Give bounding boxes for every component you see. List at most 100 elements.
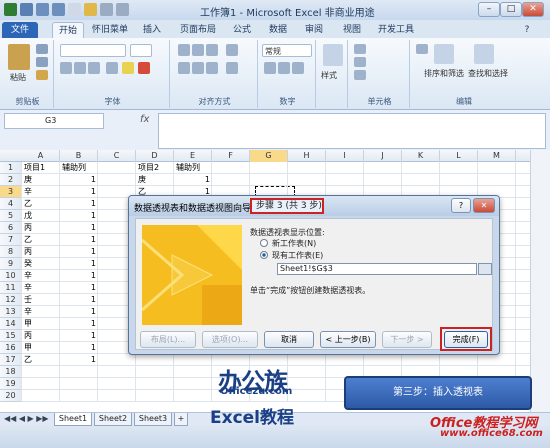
- options-button[interactable]: 选项(O)...: [202, 331, 258, 348]
- sheet-tab-sheet2[interactable]: Sheet2: [94, 413, 132, 426]
- row-header[interactable]: 14: [0, 318, 22, 330]
- column-header[interactable]: M: [478, 150, 516, 162]
- radio-new-worksheet[interactable]: [260, 239, 268, 247]
- insert-function-icon[interactable]: fx: [140, 114, 149, 125]
- underline-icon[interactable]: [88, 62, 100, 74]
- cell[interactable]: 辛: [24, 282, 58, 294]
- fill-color-icon[interactable]: [122, 62, 134, 74]
- dialog-close-button[interactable]: ✕: [473, 198, 495, 213]
- row-header[interactable]: 1: [0, 162, 22, 174]
- column-header[interactable]: G: [250, 150, 288, 162]
- column-header[interactable]: J: [364, 150, 402, 162]
- cell[interactable]: 1: [62, 174, 96, 186]
- tab-review[interactable]: 审阅: [300, 22, 328, 38]
- percent-icon[interactable]: [278, 62, 290, 74]
- cell[interactable]: 庚: [138, 174, 172, 186]
- row-header[interactable]: 18: [0, 366, 22, 378]
- ribbon-help-icon[interactable]: ?: [520, 22, 534, 38]
- align-top-icon[interactable]: [178, 44, 190, 56]
- row-header[interactable]: 5: [0, 210, 22, 222]
- align-middle-icon[interactable]: [192, 44, 204, 56]
- row-header[interactable]: 17: [0, 354, 22, 366]
- column-header[interactable]: L: [440, 150, 478, 162]
- paste-label[interactable]: 粘贴: [10, 72, 26, 83]
- row-header[interactable]: 8: [0, 246, 22, 258]
- row-header[interactable]: 12: [0, 294, 22, 306]
- column-header[interactable]: A: [22, 150, 60, 162]
- column-header[interactable]: F: [212, 150, 250, 162]
- row-header[interactable]: 6: [0, 222, 22, 234]
- cancel-button[interactable]: 取消: [264, 331, 314, 348]
- align-center-icon[interactable]: [192, 62, 204, 74]
- comma-icon[interactable]: [292, 62, 304, 74]
- cell[interactable]: 1: [62, 186, 96, 198]
- cell[interactable]: 1: [62, 294, 96, 306]
- tab-insert[interactable]: 插入: [138, 22, 166, 38]
- merge-cells-icon[interactable]: [226, 62, 238, 74]
- cell[interactable]: 辛: [24, 186, 58, 198]
- borders-icon[interactable]: [106, 62, 118, 74]
- column-header[interactable]: C: [98, 150, 136, 162]
- name-box[interactable]: G3: [4, 113, 104, 129]
- insert-cells-icon[interactable]: [354, 44, 366, 54]
- cell[interactable]: 乙: [24, 354, 58, 366]
- cell[interactable]: 1: [62, 234, 96, 246]
- cell[interactable]: 辅助列: [62, 162, 96, 174]
- cell[interactable]: 丙: [24, 330, 58, 342]
- tab-page-layout[interactable]: 页面布局: [176, 22, 220, 38]
- column-header[interactable]: E: [174, 150, 212, 162]
- cell[interactable]: 庚: [24, 174, 58, 186]
- dialog-help-button[interactable]: ?: [451, 198, 471, 213]
- currency-icon[interactable]: [264, 62, 276, 74]
- row-header[interactable]: 11: [0, 282, 22, 294]
- destination-input[interactable]: Sheet1!$G$3: [277, 263, 477, 275]
- tab-developer[interactable]: 开发工具: [374, 22, 418, 38]
- cell[interactable]: 丙: [24, 246, 58, 258]
- new-file-icon[interactable]: [68, 3, 81, 16]
- cell[interactable]: 癸: [24, 258, 58, 270]
- cell[interactable]: 1: [62, 246, 96, 258]
- row-header[interactable]: 13: [0, 306, 22, 318]
- formula-input[interactable]: [158, 113, 546, 149]
- align-left-icon[interactable]: [178, 62, 190, 74]
- wrap-text-icon[interactable]: [226, 44, 238, 56]
- cell[interactable]: 1: [176, 174, 210, 186]
- cell[interactable]: 1: [62, 198, 96, 210]
- cut-icon[interactable]: [36, 44, 48, 54]
- cell[interactable]: 丙: [24, 222, 58, 234]
- cell[interactable]: 甲: [24, 342, 58, 354]
- insert-sheet-icon[interactable]: +: [174, 413, 188, 426]
- cell[interactable]: 项目2: [138, 162, 172, 174]
- cell[interactable]: 壬: [24, 294, 58, 306]
- cell[interactable]: 甲: [24, 318, 58, 330]
- cell[interactable]: 乙: [24, 198, 58, 210]
- row-header[interactable]: 3: [0, 186, 22, 198]
- collapse-dialog-icon[interactable]: [478, 263, 492, 275]
- cell[interactable]: 1: [62, 330, 96, 342]
- cell[interactable]: 1: [62, 270, 96, 282]
- delete-cells-icon[interactable]: [354, 57, 366, 67]
- row-header[interactable]: 9: [0, 258, 22, 270]
- sheet-tab-sheet3[interactable]: Sheet3: [134, 413, 172, 426]
- redo-icon[interactable]: [52, 3, 65, 16]
- copy-icon[interactable]: [36, 57, 48, 67]
- excel-app-icon[interactable]: [4, 3, 17, 16]
- tab-formulas[interactable]: 公式: [228, 22, 256, 38]
- cell[interactable]: 辛: [24, 306, 58, 318]
- cell[interactable]: 戊: [24, 210, 58, 222]
- column-header[interactable]: K: [402, 150, 440, 162]
- tab-file[interactable]: 文件: [2, 22, 38, 38]
- close-window-button[interactable]: ✕: [522, 2, 544, 17]
- italic-icon[interactable]: [74, 62, 86, 74]
- row-header[interactable]: 16: [0, 342, 22, 354]
- font-name-dropdown[interactable]: [60, 44, 126, 57]
- cell[interactable]: 1: [62, 354, 96, 366]
- option-existing-worksheet-label[interactable]: 现有工作表(E): [272, 250, 323, 261]
- tab-data[interactable]: 数据: [264, 22, 292, 38]
- vertical-scrollbar[interactable]: [530, 150, 550, 412]
- sort-filter-icon[interactable]: [434, 44, 454, 64]
- cell[interactable]: 1: [62, 258, 96, 270]
- tab-classic-menu[interactable]: 怀旧菜单: [88, 22, 132, 38]
- row-header[interactable]: 7: [0, 234, 22, 246]
- paste-icon[interactable]: [8, 44, 30, 70]
